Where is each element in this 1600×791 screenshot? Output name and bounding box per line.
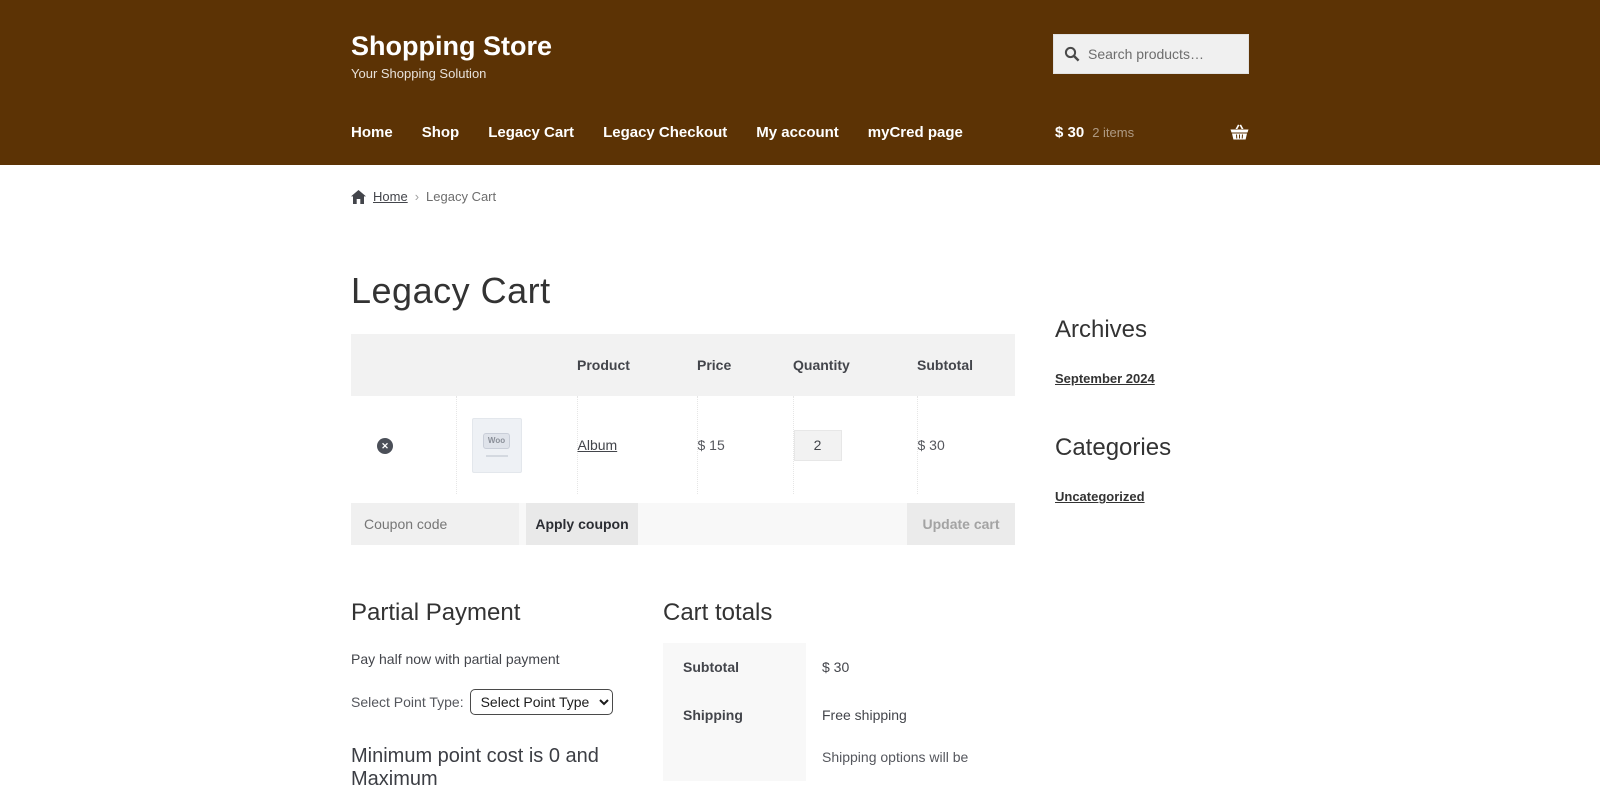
category-link-uncategorized[interactable]: Uncategorized — [1055, 489, 1145, 504]
cart-totals-section: Cart totals Subtotal $ 30 Shipping Free … — [663, 599, 1015, 791]
archives-title: Archives — [1055, 316, 1249, 344]
shipping-note: Shipping options will be — [822, 749, 1015, 765]
coupon-code-input[interactable] — [351, 503, 519, 545]
item-subtotal: $ 30 — [918, 437, 945, 453]
cart-item-count: 2 items — [1092, 125, 1134, 140]
point-type-label: Select Point Type: — [351, 694, 464, 710]
search-icon — [1064, 46, 1080, 62]
archive-item[interactable]: September 2024 — [1055, 370, 1249, 386]
cart-totals-table: Subtotal $ 30 Shipping Free shipping Shi… — [663, 643, 1015, 781]
subtotal-value: $ 30 — [806, 643, 1015, 691]
archives-widget: Archives September 2024 — [1055, 316, 1249, 386]
apply-coupon-button[interactable]: Apply coupon — [526, 503, 638, 545]
coupon-row-spacer — [638, 503, 907, 545]
category-item[interactable]: Uncategorized — [1055, 488, 1249, 504]
nav-item-shop[interactable]: Shop — [422, 124, 460, 141]
point-type-select[interactable]: Select Point Type — [470, 689, 613, 715]
woo-placeholder-logo: Woo — [483, 433, 510, 449]
cart-table-header-row: Product Price Quantity Subtotal — [351, 334, 1015, 396]
partial-payment-description: Pay half now with partial payment — [351, 651, 663, 667]
header-remove-col — [351, 334, 456, 396]
quantity-input[interactable] — [794, 430, 842, 461]
header-subtotal: Subtotal — [917, 334, 1015, 396]
nav-item-home[interactable]: Home — [351, 124, 393, 141]
subtotal-row: Subtotal $ 30 — [663, 643, 1015, 691]
breadcrumb: Home › Legacy Cart — [351, 189, 1249, 204]
subtotal-label: Subtotal — [663, 643, 806, 691]
categories-title: Categories — [1055, 434, 1249, 462]
remove-item-icon[interactable]: ✕ — [377, 438, 393, 454]
thumbnail-line — [486, 455, 508, 457]
header-cart-summary[interactable]: $ 30 2 items — [1055, 124, 1249, 141]
partial-payment-section: Partial Payment Pay half now with partia… — [351, 599, 663, 791]
breadcrumb-current: Legacy Cart — [426, 189, 496, 204]
home-icon — [351, 190, 366, 204]
main-content: Legacy Cart Product Price Quantity Subto… — [351, 204, 1015, 791]
update-cart-button[interactable]: Update cart — [907, 503, 1015, 545]
item-price: $ 15 — [698, 437, 725, 453]
nav-item-mycred-page[interactable]: myCred page — [868, 124, 963, 141]
breadcrumb-home-link[interactable]: Home — [373, 189, 408, 204]
cart-total-amount: $ 30 — [1055, 124, 1084, 141]
nav-item-my-account[interactable]: My account — [756, 124, 839, 141]
sidebar: Archives September 2024 Categories Uncat… — [1055, 204, 1249, 504]
cart-actions-row: Apply coupon Update cart — [351, 503, 1015, 545]
shipping-row: Shipping Free shipping Shipping options … — [663, 691, 1015, 781]
primary-navigation: Home Shop Legacy Cart Legacy Checkout My… — [351, 124, 963, 141]
page-title: Legacy Cart — [351, 270, 1015, 312]
shipping-label: Shipping — [663, 691, 806, 781]
partial-payment-title: Partial Payment — [351, 599, 663, 627]
basket-icon[interactable] — [1230, 124, 1249, 140]
product-name-link[interactable]: Album — [578, 437, 618, 453]
header-price: Price — [697, 334, 793, 396]
search-input[interactable] — [1088, 46, 1238, 62]
cart-totals-title: Cart totals — [663, 599, 1015, 627]
point-cost-note: Minimum point cost is 0 and Maximum — [351, 745, 663, 791]
product-thumbnail[interactable]: Woo — [472, 418, 522, 473]
product-search — [1053, 34, 1249, 74]
shipping-method: Free shipping — [822, 707, 1015, 723]
breadcrumb-separator: › — [415, 189, 419, 204]
cart-item-row: ✕ Woo Album $ 15 $ 30 — [351, 396, 1015, 494]
cart-table: Product Price Quantity Subtotal ✕ Woo — [351, 334, 1015, 494]
site-header: Shopping Store Your Shopping Solution Ho… — [0, 0, 1600, 165]
nav-item-legacy-checkout[interactable]: Legacy Checkout — [603, 124, 727, 141]
categories-widget: Categories Uncategorized — [1055, 434, 1249, 504]
header-quantity: Quantity — [793, 334, 917, 396]
archive-link-september-2024[interactable]: September 2024 — [1055, 371, 1155, 386]
nav-item-legacy-cart[interactable]: Legacy Cart — [488, 124, 574, 141]
header-product: Product — [577, 334, 697, 396]
header-thumb-col — [456, 334, 577, 396]
